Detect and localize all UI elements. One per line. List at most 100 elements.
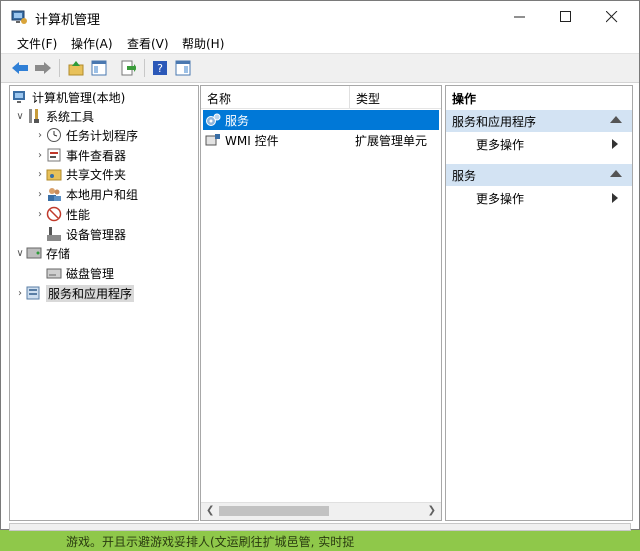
maximize-button[interactable] — [543, 1, 589, 33]
tools-icon — [29, 109, 39, 123]
column-header-name[interactable]: 名称 — [207, 90, 231, 107]
clock-icon — [47, 128, 61, 142]
action-section-label: 服务 — [452, 168, 477, 183]
tree-item-label: 共享文件夹 — [66, 167, 127, 182]
toolbar-separator — [144, 59, 145, 77]
menu-bar: 文件(F) 操作(A) 查看(V) 帮助(H) — [1, 33, 639, 53]
title-bar: 计算机管理 — [1, 1, 639, 33]
maximize-icon — [560, 11, 571, 22]
scroll-left-icon[interactable]: ❮ — [206, 505, 214, 516]
action-section-services[interactable]: 服务 — [446, 164, 632, 186]
folder-up-icon — [68, 61, 84, 76]
results-list-pane: 名称 类型 服务 WMI 控件 扩展管理单元 ❮ ❯ — [200, 85, 442, 521]
window-title: 计算机管理 — [35, 13, 101, 28]
list-item-label: 服务 — [225, 113, 250, 128]
column-divider[interactable] — [349, 86, 350, 108]
services-apps-icon — [26, 286, 40, 300]
chevron-down-icon[interactable]: ∨ — [14, 248, 26, 259]
tree-item-device-manager[interactable]: 设备管理器 — [46, 225, 126, 243]
chevron-right-icon[interactable]: › — [34, 189, 46, 200]
export-list-button[interactable] — [119, 59, 137, 77]
help-button[interactable]: ? — [151, 59, 169, 77]
close-icon — [606, 11, 618, 23]
tree-item-shared-folders[interactable]: › 共享文件夹 — [34, 165, 126, 183]
event-viewer-icon — [47, 148, 61, 162]
action-section-label: 服务和应用程序 — [452, 114, 537, 129]
list-item-type: 扩展管理单元 — [355, 133, 428, 148]
back-arrow-icon — [12, 62, 28, 74]
chevron-right-icon[interactable]: › — [34, 209, 46, 220]
scrollbar-thumb[interactable] — [219, 506, 329, 516]
tree-item-root[interactable]: 计算机管理(本地) — [12, 88, 125, 106]
up-level-button[interactable] — [67, 59, 85, 77]
forward-button[interactable] — [34, 59, 52, 77]
status-bar — [9, 523, 631, 531]
gear-icon — [206, 113, 221, 126]
action-pane-title: 操作 — [452, 92, 477, 106]
computer-management-window: 计算机管理 文件(F) 操作(A) 查看(V) 帮助(H) ? 计算机管理(本地… — [0, 0, 640, 531]
tree-item-performance[interactable]: › 性能 — [34, 205, 90, 223]
action-section-services-apps[interactable]: 服务和应用程序 — [446, 110, 632, 132]
submenu-arrow-icon[interactable] — [612, 139, 618, 149]
performance-icon — [46, 206, 62, 222]
action-pane: 操作 服务和应用程序 更多操作 服务 更多操作 — [445, 85, 633, 521]
chevron-right-icon[interactable]: › — [34, 169, 46, 180]
tree-item-services-apps[interactable]: › 服务和应用程序 — [14, 284, 135, 302]
menu-view[interactable]: 查看(V) — [127, 35, 169, 52]
menu-help[interactable]: 帮助(H) — [182, 35, 224, 52]
console-tree-icon — [91, 60, 107, 76]
tree-item-label: 计算机管理(本地) — [32, 90, 126, 105]
column-header-type[interactable]: 类型 — [356, 90, 380, 107]
minimize-icon — [514, 16, 525, 18]
help-icon: ? — [153, 61, 167, 75]
tree-item-label: 本地用户和组 — [66, 187, 139, 202]
forward-arrow-icon — [35, 62, 51, 74]
close-button[interactable] — [589, 1, 635, 33]
tree-item-label: 任务计划程序 — [66, 128, 139, 143]
background-text: 游戏。开且示避游戏妥排人(文运刷往扩城邑管, 实时捉 — [66, 535, 355, 549]
action-more-actions-2[interactable]: 更多操作 — [476, 188, 524, 208]
toolbar-separator — [59, 59, 60, 77]
back-button[interactable] — [11, 59, 29, 77]
collapse-up-icon[interactable] — [610, 116, 622, 123]
tree-item-event-viewer[interactable]: › 事件查看器 — [34, 146, 126, 164]
action-pane-icon — [175, 60, 191, 76]
show-hide-action-pane-button[interactable] — [174, 59, 192, 77]
tree-item-storage[interactable]: ∨ 存储 — [14, 244, 70, 262]
chevron-right-icon[interactable]: › — [14, 288, 26, 299]
collapse-up-icon[interactable] — [610, 170, 622, 177]
tree-item-disk-management[interactable]: 磁盘管理 — [46, 264, 114, 282]
tree-item-label: 事件查看器 — [66, 148, 127, 163]
tree-item-label: 设备管理器 — [66, 227, 127, 242]
list-item-services[interactable]: 服务 — [203, 110, 439, 130]
console-tree-pane: 计算机管理(本地) ∨ 系统工具 › 任务计划程序 › 事件查看器 › 共享文件… — [9, 85, 199, 521]
minimize-button[interactable] — [497, 1, 543, 33]
tree-item-system-tools[interactable]: ∨ 系统工具 — [14, 107, 94, 125]
list-item-wmi[interactable]: WMI 控件 扩展管理单元 — [203, 130, 439, 150]
computer-management-icon — [11, 10, 27, 24]
scroll-right-icon[interactable]: ❯ — [428, 505, 436, 516]
horizontal-scrollbar[interactable]: ❮ ❯ — [201, 502, 441, 520]
chevron-right-icon[interactable]: › — [34, 150, 46, 161]
menu-action[interactable]: 操作(A) — [71, 35, 113, 52]
device-manager-icon — [47, 227, 61, 241]
chevron-right-icon[interactable]: › — [34, 130, 46, 141]
show-hide-tree-button[interactable] — [90, 59, 108, 77]
action-more-actions-1[interactable]: 更多操作 — [476, 134, 524, 154]
tree-item-label: 系统工具 — [46, 109, 95, 124]
computer-management-icon — [13, 91, 25, 103]
tree-item-task-scheduler[interactable]: › 任务计划程序 — [34, 126, 138, 144]
tree-item-label: 磁盘管理 — [66, 266, 115, 281]
disk-icon — [46, 268, 62, 279]
list-item-label: WMI 控件 — [225, 133, 279, 148]
action-link-label: 更多操作 — [476, 137, 525, 152]
users-icon — [48, 188, 61, 201]
submenu-arrow-icon[interactable] — [612, 193, 618, 203]
wmi-icon — [205, 134, 220, 146]
tree-item-local-users[interactable]: › 本地用户和组 — [34, 185, 138, 203]
menu-file[interactable]: 文件(F) — [17, 35, 57, 52]
tree-item-label: 存储 — [46, 246, 71, 261]
toolbar: ? — [1, 53, 639, 83]
action-link-label: 更多操作 — [476, 191, 525, 206]
chevron-down-icon[interactable]: ∨ — [14, 111, 26, 122]
